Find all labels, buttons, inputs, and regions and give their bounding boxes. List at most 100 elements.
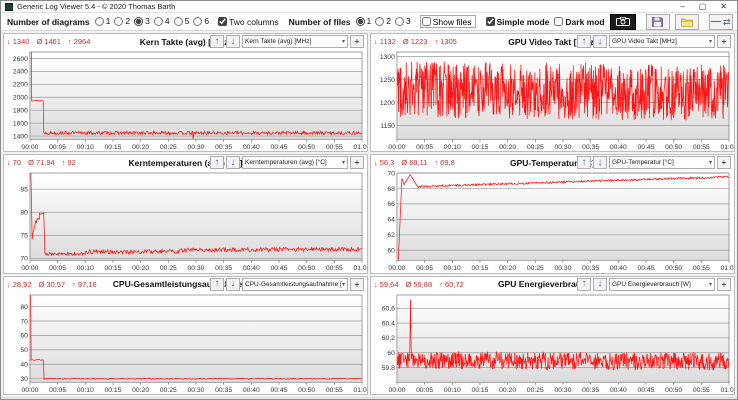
two-columns-checkbox[interactable]: Two columns [218, 17, 279, 27]
add-signal-button[interactable]: + [717, 277, 731, 291]
diagram-count-option-6[interactable]: 6 [193, 16, 209, 26]
signal-select[interactable]: GPU Video Takt [MHz] ▾ [609, 35, 715, 48]
up-arrow-icon: ↑ [214, 278, 220, 290]
diagram-count-option-1[interactable]: 1 [94, 16, 110, 26]
signal-select[interactable]: Kern Takte (avg) [MHz] ▾ [242, 35, 348, 48]
add-signal-button[interactable]: + [717, 156, 731, 170]
app-icon [5, 2, 13, 11]
chart-move-down-button[interactable]: ↓ [593, 156, 607, 170]
signal-select[interactable]: GPU Energieverbrauch [W] ▾ [609, 277, 715, 291]
chart-move-up-button[interactable]: ↑ [577, 156, 591, 170]
open-folder-button[interactable] [674, 13, 699, 30]
chart-move-down-button[interactable]: ↓ [226, 156, 240, 170]
file-count-option-input-1[interactable] [355, 16, 365, 26]
up-arrow-icon: ↑ [581, 35, 587, 47]
close-button[interactable]: ✕ [720, 2, 727, 12]
file-count-option-1[interactable]: 1 [355, 16, 372, 26]
diagram-count-option-3[interactable]: 3 [134, 16, 150, 26]
chart-move-up-button[interactable]: ↑ [210, 277, 224, 291]
svg-text:70: 70 [20, 256, 28, 263]
svg-text:00:50: 00:50 [665, 386, 682, 393]
save-button[interactable] [645, 13, 670, 30]
avg-symbol-icon: Ø [28, 158, 34, 168]
diagram-count-option-input-5[interactable] [173, 16, 183, 26]
file-count-option-input-3[interactable] [395, 16, 405, 26]
minimize-button[interactable]: – [680, 2, 684, 12]
diagram-count-option-input-2[interactable] [114, 16, 124, 26]
chart-stats: ↓ 59,64 Ø 59,88 ↑ 60,72 [374, 280, 464, 289]
file-count-option-input-2[interactable] [375, 16, 385, 26]
chart-move-up-button[interactable]: ↑ [577, 35, 591, 48]
chart-plot[interactable]: 1400 1600 1800 2000 2200 2400 2600 00:00 00:05 00… [4, 49, 367, 151]
min-arrow-icon: ↓ [374, 279, 378, 289]
chart-move-down-button[interactable]: ↓ [593, 277, 607, 291]
chart-move-up-button[interactable]: ↑ [210, 156, 224, 170]
chart-move-up-button[interactable]: ↑ [210, 35, 224, 48]
file-count-option-2[interactable]: 2 [375, 16, 391, 26]
chart-panel: Kern Takte (avg) [MHz] ↓ 1340 Ø 1461 ↑ 2964… [3, 33, 368, 153]
svg-text:00:30: 00:30 [187, 265, 204, 272]
signal-select[interactable]: GPU-Temperatur [°C] ▾ [609, 156, 715, 170]
diagram-count-option-input-1[interactable] [94, 16, 104, 26]
diagram-count-option-label: 4 [164, 16, 170, 26]
chart-stats: ↓ 1340 Ø 1461 ↑ 2964 [7, 37, 90, 46]
chart-controls: ↑ ↓ Kerntemperaturen (avg) [°C] ▾ + [210, 156, 364, 170]
simple-mode-checkbox[interactable]: Simple mode [485, 17, 549, 27]
up-arrow-icon: ↑ [214, 35, 220, 47]
signal-select[interactable]: CPU-Gesamtleistungsaufnahme [W] ▾ [242, 277, 348, 291]
chart-plot[interactable]: 30 40 50 60 70 80 00:00 00:05 00:10 00:15 00:20 00:… [4, 292, 367, 394]
svg-text:00:45: 00:45 [271, 265, 288, 272]
two-columns-input[interactable] [218, 17, 228, 26]
diagram-count-option-4[interactable]: 4 [153, 16, 170, 26]
screenshot-button[interactable] [609, 13, 636, 30]
signal-select-value: Kerntemperaturen (avg) [°C] [245, 159, 327, 167]
chart-move-up-button[interactable]: ↑ [577, 277, 591, 291]
signal-select[interactable]: Kerntemperaturen (avg) [°C] ▾ [242, 156, 348, 170]
chart-plot[interactable]: 1150 1200 1250 1300 00:00 00:05 00:10 00:15 00:2… [371, 49, 734, 151]
diagram-count-option-2[interactable]: 2 [114, 16, 130, 26]
svg-text:60: 60 [20, 332, 28, 339]
show-files-input[interactable] [421, 17, 431, 26]
svg-text:00:00: 00:00 [21, 386, 38, 393]
chart-header: GPU-Temperatur [°C] ↓ 56,3 Ø 69,11 ↑ 69,8 ↑… [371, 155, 734, 170]
down-arrow-icon: ↓ [597, 35, 603, 47]
show-files-checkbox[interactable]: Show files [419, 15, 476, 28]
chart-plot[interactable]: 59,8 60 60,2 60,4 60,6 00:00 00:05 00:10 00:15 00… [371, 292, 734, 394]
svg-text:00:20: 00:20 [499, 265, 516, 272]
svg-text:00:20: 00:20 [499, 386, 516, 393]
reset-zoom-button[interactable]: — ⇄ [708, 13, 733, 30]
maximize-button[interactable]: ▢ [699, 2, 707, 12]
diagram-count-option-input-3[interactable] [134, 16, 144, 26]
svg-text:01:00: 01:00 [354, 265, 367, 272]
chart-move-down-button[interactable]: ↓ [226, 35, 240, 48]
chart-move-down-button[interactable]: ↓ [593, 35, 607, 48]
add-signal-button[interactable]: + [350, 156, 364, 170]
diagram-count-option-input-4[interactable] [153, 16, 163, 26]
add-signal-button[interactable]: + [350, 277, 364, 291]
svg-text:00:25: 00:25 [160, 386, 177, 393]
svg-text:70: 70 [387, 171, 395, 178]
svg-text:00:00: 00:00 [388, 144, 405, 151]
chart-move-down-button[interactable]: ↓ [226, 277, 240, 291]
file-count-radios: 1 2 3 [355, 13, 415, 31]
dark-mode-checkbox[interactable]: Dark mod [554, 17, 605, 27]
up-arrow-icon: ↑ [214, 156, 220, 168]
signal-select-value: CPU-Gesamtleistungsaufnahme [W] [245, 280, 342, 288]
dark-mode-input[interactable] [554, 17, 564, 26]
diagram-count-option-input-6[interactable] [193, 16, 203, 26]
svg-text:00:20: 00:20 [132, 144, 149, 151]
simple-mode-input[interactable] [485, 17, 495, 26]
chart-controls: ↑ ↓ Kern Takte (avg) [MHz] ▾ + [210, 35, 364, 48]
svg-text:66: 66 [387, 202, 395, 209]
svg-text:00:50: 00:50 [665, 144, 682, 151]
svg-text:00:35: 00:35 [582, 265, 599, 272]
chart-plot[interactable]: 60 62 64 66 68 70 00:00 00:05 00:10 00:15 00:20 00:… [371, 170, 734, 273]
stat-avg-value: 71,94 [35, 158, 55, 168]
chart-plot[interactable]: 70 75 80 85 00:00 00:05 00:10 00:15 00:20 00:25 00… [4, 170, 367, 272]
file-count-option-3[interactable]: 3 [395, 16, 411, 26]
svg-text:50: 50 [20, 347, 28, 354]
file-count-option-label: 1 [366, 16, 372, 26]
add-signal-button[interactable]: + [717, 35, 731, 48]
add-signal-button[interactable]: + [350, 35, 364, 48]
diagram-count-option-5[interactable]: 5 [173, 16, 189, 26]
